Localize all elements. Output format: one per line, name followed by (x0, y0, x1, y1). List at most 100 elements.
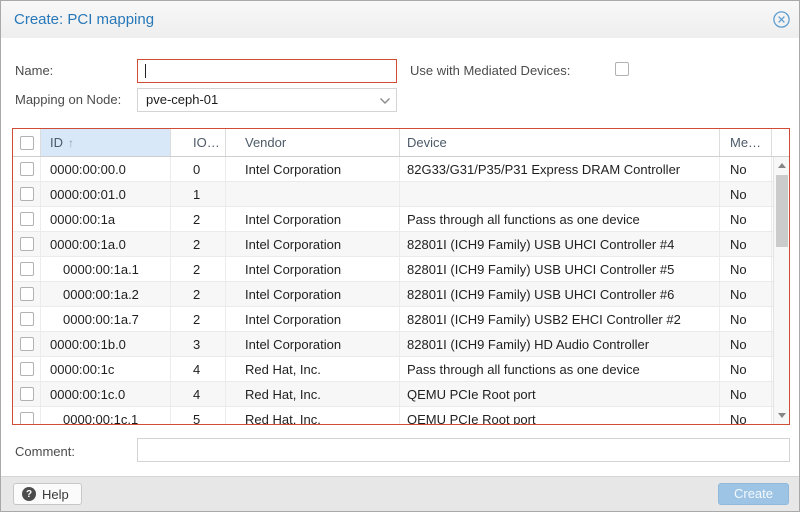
create-button[interactable]: Create (718, 483, 789, 505)
cell-mediated: No (720, 307, 772, 331)
cell-mediated: No (720, 182, 772, 206)
row-checkbox[interactable] (20, 287, 34, 301)
help-button[interactable]: ? Help (13, 483, 82, 505)
column-header-iommu-label: IO… (193, 135, 220, 150)
header-filler (772, 129, 789, 156)
comment-input[interactable] (137, 438, 790, 462)
name-input[interactable] (137, 59, 397, 83)
column-header-vendor-label: Vendor (245, 135, 286, 150)
column-header-vendor[interactable]: Vendor (226, 129, 400, 156)
sort-asc-icon: ↑ (68, 136, 74, 150)
column-header-id[interactable]: ID ↑ (41, 129, 171, 156)
vertical-scrollbar[interactable] (773, 157, 789, 424)
cell-device (400, 182, 720, 206)
column-header-id-label: ID (50, 135, 63, 150)
cell-mediated: No (720, 332, 772, 356)
cell-id: 0000:00:1b.0 (41, 332, 171, 356)
cell-iommu-group: 3 (171, 332, 226, 356)
create-pci-mapping-dialog: Create: PCI mapping Name: Use with Media… (0, 0, 800, 512)
mediated-devices-checkbox[interactable] (615, 62, 629, 76)
column-header-device-label: Device (407, 135, 447, 150)
cell-mediated: No (720, 357, 772, 381)
cell-iommu-group: 2 (171, 257, 226, 281)
text-cursor (145, 64, 146, 78)
cell-device: Pass through all functions as one device (400, 207, 720, 231)
row-checkbox[interactable] (20, 162, 34, 176)
cell-id: 0000:00:01.0 (41, 182, 171, 206)
cell-device: Pass through all functions as one device (400, 357, 720, 381)
row-checkbox[interactable] (20, 237, 34, 251)
row-checkbox-cell (13, 257, 41, 281)
column-header-iommu-group[interactable]: IO… (171, 129, 226, 156)
table-row[interactable]: 0000:00:1a.12Intel Corporation82801I (IC… (13, 257, 773, 282)
cell-id: 0000:00:1c.1 (41, 407, 171, 424)
cell-id: 0000:00:1c (41, 357, 171, 381)
pci-device-table: ID ↑ IO… Vendor Device Me… 0000:00:00.00… (12, 128, 790, 425)
row-checkbox[interactable] (20, 412, 34, 424)
table-row[interactable]: 0000:00:1b.03Intel Corporation82801I (IC… (13, 332, 773, 357)
row-checkbox-cell (13, 307, 41, 331)
column-header-mediated-label: Me… (730, 135, 761, 150)
row-checkbox[interactable] (20, 312, 34, 326)
row-checkbox-cell (13, 157, 41, 181)
table-row[interactable]: 0000:00:01.01 No (13, 182, 773, 207)
table-row[interactable]: 0000:00:1a.72Intel Corporation82801I (IC… (13, 307, 773, 332)
header-checkbox-cell (13, 129, 41, 156)
cell-device: 82G33/G31/P35/P31 Express DRAM Controlle… (400, 157, 720, 181)
row-checkbox[interactable] (20, 337, 34, 351)
row-checkbox-cell (13, 232, 41, 256)
cell-iommu-group: 0 (171, 157, 226, 181)
row-checkbox-cell (13, 207, 41, 231)
cell-id: 0000:00:1a.7 (41, 307, 171, 331)
row-checkbox[interactable] (20, 212, 34, 226)
table-row[interactable]: 0000:00:1c.04Red Hat, Inc.QEMU PCIe Root… (13, 382, 773, 407)
scroll-up-icon[interactable] (774, 158, 789, 173)
table-row[interactable]: 0000:00:00.00Intel Corporation82G33/G31/… (13, 157, 773, 182)
help-icon: ? (22, 487, 36, 501)
cell-id: 0000:00:00.0 (41, 157, 171, 181)
row-checkbox[interactable] (20, 187, 34, 201)
row-checkbox-cell (13, 407, 41, 424)
cell-vendor: Red Hat, Inc. (226, 357, 400, 381)
cell-iommu-group: 4 (171, 357, 226, 381)
cell-id: 0000:00:1a.2 (41, 282, 171, 306)
close-icon[interactable] (773, 11, 790, 28)
scroll-down-icon[interactable] (774, 408, 789, 423)
select-all-checkbox[interactable] (20, 136, 34, 150)
mediated-devices-label: Use with Mediated Devices: (410, 63, 570, 79)
table-row[interactable]: 0000:00:1a.02Intel Corporation82801I (IC… (13, 232, 773, 257)
dialog-titlebar: Create: PCI mapping (1, 1, 799, 38)
table-row[interactable]: 0000:00:1a2Intel CorporationPass through… (13, 207, 773, 232)
row-checkbox-cell (13, 182, 41, 206)
table-row[interactable]: 0000:00:1a.22Intel Corporation82801I (IC… (13, 282, 773, 307)
mapping-node-label: Mapping on Node: (15, 92, 121, 108)
column-header-device[interactable]: Device (400, 129, 720, 156)
cell-iommu-group: 1 (171, 182, 226, 206)
cell-iommu-group: 2 (171, 207, 226, 231)
row-checkbox[interactable] (20, 262, 34, 276)
row-checkbox[interactable] (20, 362, 34, 376)
cell-mediated: No (720, 407, 772, 424)
create-button-label: Create (734, 486, 773, 501)
row-checkbox[interactable] (20, 387, 34, 401)
scrollbar-thumb[interactable] (776, 175, 788, 247)
cell-id: 0000:00:1c.0 (41, 382, 171, 406)
cell-vendor: Red Hat, Inc. (226, 407, 400, 424)
name-label: Name: (15, 63, 53, 79)
mapping-node-combobox[interactable]: pve-ceph-01 (137, 88, 397, 112)
cell-vendor: Intel Corporation (226, 157, 400, 181)
cell-device: 82801I (ICH9 Family) USB UHCI Controller… (400, 232, 720, 256)
cell-id: 0000:00:1a (41, 207, 171, 231)
cell-mediated: No (720, 257, 772, 281)
cell-device: 82801I (ICH9 Family) USB2 EHCI Controlle… (400, 307, 720, 331)
table-row[interactable]: 0000:00:1c.15Red Hat, Inc.QEMU PCIe Root… (13, 407, 773, 424)
combo-trigger[interactable] (374, 89, 396, 111)
cell-mediated: No (720, 157, 772, 181)
help-button-label: Help (42, 487, 69, 502)
cell-iommu-group: 5 (171, 407, 226, 424)
cell-mediated: No (720, 382, 772, 406)
table-row[interactable]: 0000:00:1c4Red Hat, Inc.Pass through all… (13, 357, 773, 382)
cell-device: QEMU PCIe Root port (400, 407, 720, 424)
cell-vendor: Intel Corporation (226, 282, 400, 306)
column-header-mediated[interactable]: Me… (720, 129, 772, 156)
